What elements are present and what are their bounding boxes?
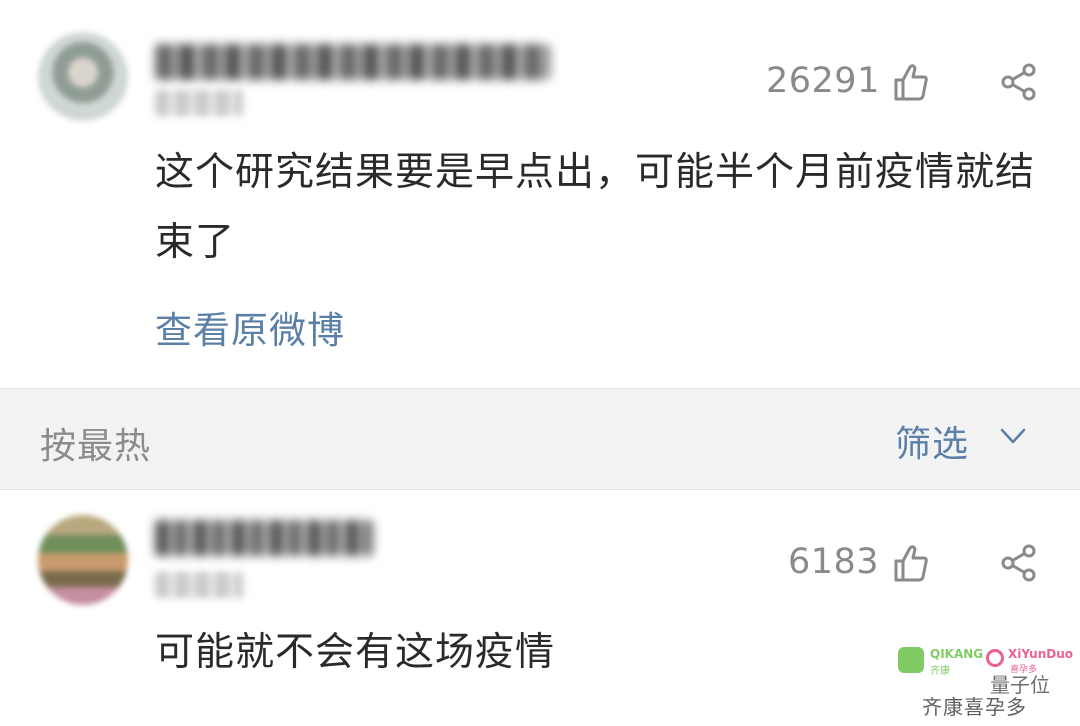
sort-by-hot-label[interactable]: 按最热: [40, 417, 151, 469]
watermark-xiyunduo: XiYunDuo: [1008, 647, 1074, 661]
filter-label: 筛选: [895, 424, 970, 465]
watermark-qikang: QIKANG: [930, 647, 984, 661]
thumbs-up-icon[interactable]: [893, 543, 929, 587]
share-icon[interactable]: [1000, 544, 1038, 586]
filter-button[interactable]: 筛选: [895, 415, 1026, 465]
avatar[interactable]: [38, 515, 128, 605]
avatar[interactable]: [38, 32, 128, 122]
comment-card: 26291 这个研究结果要是早点出，可能半个月前疫情就结束了 查看原微博: [0, 0, 1080, 388]
like-count: 6183: [788, 542, 880, 582]
thumbs-up-icon[interactable]: [893, 62, 929, 106]
sort-bar: 按最热 筛选: [0, 389, 1080, 489]
timestamp-blurred: [155, 90, 243, 116]
watermark-subtitle: 齐康喜孕多: [922, 695, 1027, 719]
username-blurred[interactable]: [155, 520, 373, 556]
share-icon[interactable]: [1000, 63, 1038, 105]
comment-text: 这个研究结果要是早点出，可能半个月前疫情就结束了: [155, 150, 1036, 265]
xiyunduo-logo-icon: [986, 649, 1004, 667]
watermark-qikang-cn: 齐康: [930, 666, 950, 677]
username-blurred[interactable]: [155, 44, 550, 80]
chevron-down-icon: [998, 421, 1028, 455]
qikang-logo-icon: [898, 647, 924, 673]
timestamp-blurred: [155, 572, 243, 598]
like-count: 26291: [766, 61, 880, 101]
view-original-weibo-link[interactable]: 查看原微博: [155, 300, 345, 354]
watermark: QIKANG 齐康 XiYunDuo 喜孕多 量子位 齐康喜孕多: [898, 645, 1074, 721]
